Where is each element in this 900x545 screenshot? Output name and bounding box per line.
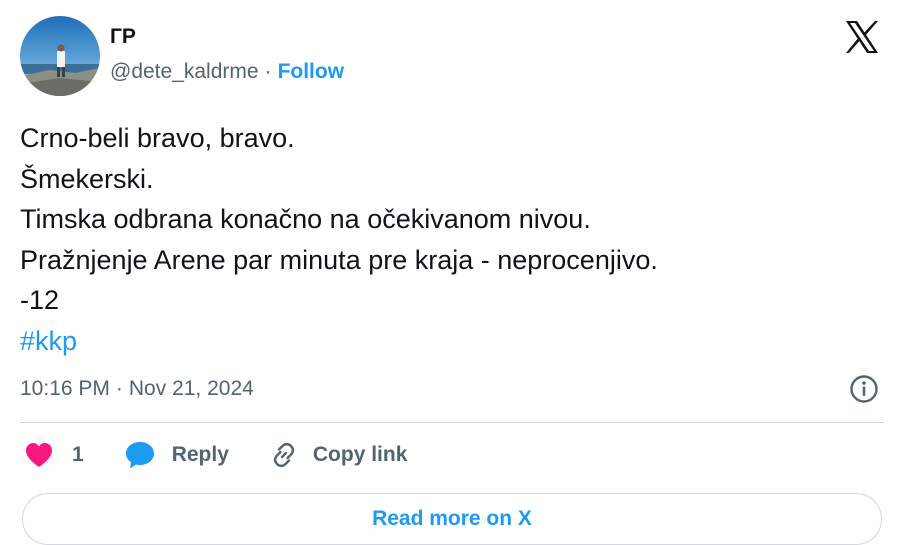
action-bar: 1 Reply Copy link [24, 440, 447, 470]
tweet-text-line: Šmekerski. [20, 163, 154, 194]
tweet-text: Crno-beli bravo, bravo. Šmekerski. Timsk… [20, 118, 658, 361]
tweet-card: ГР @dete_kaldrme · Follow Crno-beli brav… [0, 0, 900, 545]
like-count: 1 [72, 443, 84, 466]
timestamp-separator: · [115, 377, 123, 400]
like-button[interactable]: 1 [24, 441, 84, 469]
heart-icon [26, 443, 52, 467]
tweet-time: 10:16 PM [20, 377, 110, 400]
reply-label: Reply [171, 443, 229, 466]
link-icon [273, 442, 294, 468]
avatar-photo [20, 16, 100, 96]
tweet-text-line: -12 [20, 285, 60, 315]
tweet-text-line: Pražnjenje Arene par minuta pre kraja - … [20, 244, 658, 275]
author-handle[interactable]: @dete_kaldrme [110, 58, 259, 86]
avatar[interactable] [20, 16, 100, 96]
author-info: ГР @dete_kaldrme · Follow [110, 24, 344, 86]
tweet-header: ГР @dete_kaldrme · Follow [20, 16, 344, 96]
speech-bubble-icon [125, 442, 154, 469]
author-display-name[interactable]: ГР [110, 24, 344, 50]
tweet-text-line: Crno-beli bravo, bravo. [20, 123, 295, 153]
reply-button[interactable]: Reply [124, 440, 229, 470]
copy-link-button[interactable]: Copy link [269, 440, 408, 470]
tweet-text-line: Timska odbrana konačno na očekivanom niv… [20, 204, 591, 234]
info-icon[interactable] [848, 373, 880, 405]
divider [20, 422, 884, 423]
read-more-button[interactable]: Read more on X [22, 493, 882, 545]
copy-link-label: Copy link [312, 443, 408, 466]
author-handle-row: @dete_kaldrme · Follow [110, 58, 344, 86]
tweet-date: Nov 21, 2024 [128, 377, 254, 400]
tweet-timestamp[interactable]: 10:16 PM · Nov 21, 2024 [20, 374, 254, 404]
follow-button[interactable]: Follow [278, 58, 345, 86]
handle-separator: · [264, 60, 272, 83]
x-logo-icon[interactable] [842, 17, 882, 57]
hashtag-link[interactable]: #kkp [20, 321, 658, 362]
